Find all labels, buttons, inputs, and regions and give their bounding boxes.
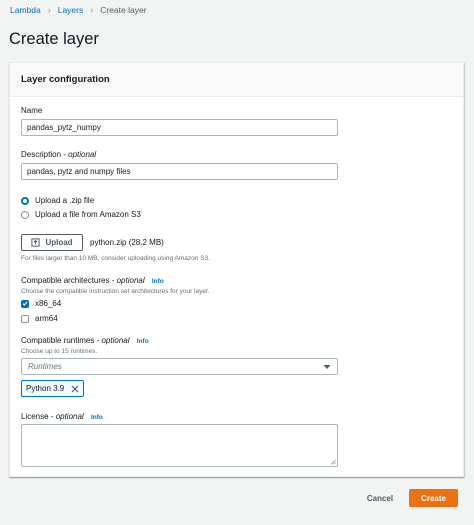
layer-configuration-panel: Layer configuration Name Description - o… [9,62,464,477]
upload-zip-radio-option[interactable]: Upload a .zip file [21,196,94,205]
arch-x86-label: x86_64 [35,299,62,308]
cancel-button[interactable]: Cancel [360,489,400,507]
license-label-text: License [21,412,49,421]
uploaded-file-name: python.zip (28.2 MB) [90,238,164,247]
license-info-link[interactable]: Info [91,414,103,421]
description-label-text: Description [21,150,62,159]
upload-s3-radio[interactable] [21,210,29,219]
arch-arm64-checkbox[interactable] [21,314,29,323]
create-button[interactable]: Create [409,489,458,507]
license-label: License - optional Info [21,412,103,421]
arch-x86-checkbox[interactable] [21,299,29,308]
breadcrumb-layers-link[interactable]: Layers [58,5,84,15]
architectures-optional-text: optional [116,276,145,285]
arch-x86-option[interactable]: x86_64 [21,299,61,308]
description-field[interactable] [21,163,338,180]
runtimes-placeholder: Runtimes [28,362,62,371]
description-optional-text: optional [68,150,97,159]
panel-header: Layer configuration [10,63,463,97]
resize-grip-icon[interactable] [330,459,336,465]
upload-button-label: Upload [45,238,73,247]
arch-arm64-label: arm64 [35,314,58,323]
chevron-right-icon: › [90,5,94,15]
runtime-token-dismiss-button[interactable] [71,385,79,393]
architectures-label: Compatible architectures - optional Info [21,276,164,285]
checkmark-icon [22,301,28,306]
close-icon [71,385,79,392]
breadcrumb: Lambda › Layers › Create layer [10,4,147,16]
upload-zip-radio-label: Upload a .zip file [35,196,95,205]
chevron-right-icon: › [47,5,51,15]
runtimes-label-text: Compatible runtimes [21,336,95,345]
page-title: Create layer [9,30,99,48]
architectures-label-text: Compatible architectures [21,276,110,285]
runtime-token: Python 3.9 [21,380,84,397]
upload-zip-radio[interactable] [21,196,29,205]
architectures-hint: Choose the compatible instruction set ar… [21,288,210,295]
panel-title: Layer configuration [21,74,110,85]
arch-arm64-option[interactable]: arm64 [21,314,58,323]
upload-s3-radio-option[interactable]: Upload a file from Amazon S3 [21,210,141,219]
description-label: Description - optional [21,150,97,159]
name-label: Name [21,106,43,115]
license-field[interactable] [21,424,338,467]
runtimes-info-link[interactable]: Info [137,338,149,345]
runtime-token-label: Python 3.9 [26,384,65,393]
upload-icon [31,238,41,247]
license-optional-text: optional [55,412,84,421]
breadcrumb-lambda-link[interactable]: Lambda [10,5,41,15]
caret-down-icon [323,364,331,369]
upload-s3-radio-label: Upload a file from Amazon S3 [35,210,141,219]
runtimes-select[interactable]: Runtimes [21,358,338,375]
architectures-info-link[interactable]: Info [152,278,164,285]
runtimes-hint: Choose up to 15 runtimes. [21,348,98,355]
runtimes-optional-text: optional [101,336,130,345]
runtimes-label: Compatible runtimes - optional Info [21,336,149,345]
upload-hint: For files larger than 10 MB, consider up… [21,255,210,262]
name-field[interactable] [21,119,338,136]
breadcrumb-current: Create layer [100,5,147,15]
upload-button[interactable]: Upload [21,234,83,251]
